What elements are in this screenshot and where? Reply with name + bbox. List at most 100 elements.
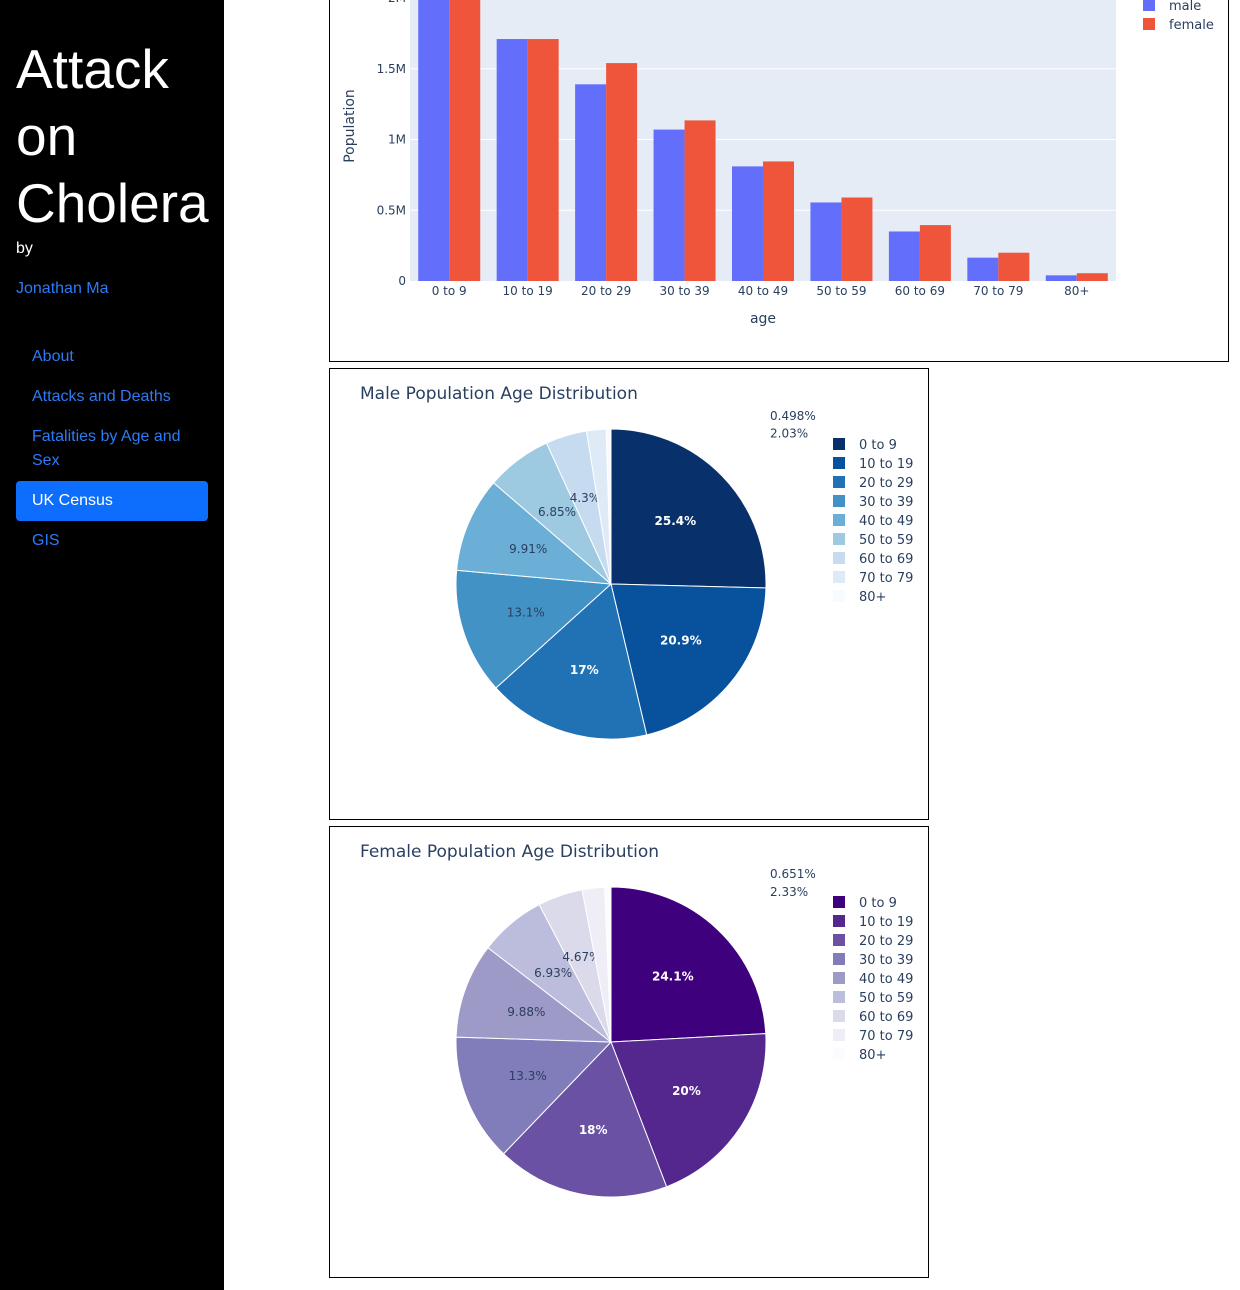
legend-swatch-male[interactable] <box>1143 0 1155 11</box>
pie-label-70-to-79: 2.03% <box>770 427 808 441</box>
x-axis-title: age <box>750 311 776 327</box>
pie-label-40-to-49: 9.91% <box>509 542 547 556</box>
legend-label-30-to-39: 30 to 39 <box>859 953 913 968</box>
author-link[interactable]: Jonathan Ma <box>16 280 109 298</box>
bar-male-20-to-29[interactable] <box>575 84 607 281</box>
nav-item-about[interactable]: About <box>16 337 208 377</box>
pie-label-0-to-9: 25.4% <box>655 514 697 528</box>
x-tick-label: 80+ <box>1064 284 1089 298</box>
legend-label-60-to-69: 60 to 69 <box>859 552 913 567</box>
legend-label-50-to-59: 50 to 59 <box>859 533 913 548</box>
bar-female-20-to-29[interactable] <box>606 63 638 281</box>
male-pie-chart: Male Population Age Distribution 25.4% 20… <box>360 384 913 740</box>
legend-swatch-60-to-69[interactable] <box>833 552 845 564</box>
legend-label-40-to-49: 40 to 49 <box>859 972 913 987</box>
legend-swatch-0-to-9[interactable] <box>833 896 845 908</box>
male-pie-title: Male Population Age Distribution <box>360 384 638 404</box>
pie-label-80: 0.498% <box>770 409 816 423</box>
bar-male-10-to-19[interactable] <box>496 39 528 281</box>
legend-swatch-0-to-9[interactable] <box>833 438 845 450</box>
legend-label-70-to-79: 70 to 79 <box>859 1029 913 1044</box>
legend-swatch-40-to-49[interactable] <box>833 514 845 526</box>
female-pie-title: Female Population Age Distribution <box>360 842 659 862</box>
bar-female-0-to-9[interactable] <box>449 0 481 281</box>
bar-male-50-to-59[interactable] <box>810 202 842 281</box>
nav-item-attacks-and-deaths[interactable]: Attacks and Deaths <box>16 377 208 417</box>
female-pie-chart-panel: Female Population Age Distribution 24.1%… <box>329 826 929 1278</box>
x-tick-label: 70 to 79 <box>973 284 1023 298</box>
bar-female-60-to-69[interactable] <box>919 225 951 281</box>
pie-slice-0-to-9[interactable] <box>610 428 767 589</box>
x-tick-label: 0 to 9 <box>432 284 467 298</box>
legend-label-80: 80+ <box>859 590 886 605</box>
bar-female-50-to-59[interactable] <box>841 197 873 281</box>
bar-female-30-to-39[interactable] <box>684 120 716 281</box>
sidebar-nav: About Attacks and Deaths Fatalities by A… <box>16 337 208 561</box>
bar-female-40-to-49[interactable] <box>763 161 794 281</box>
app-title: Attack on Cholera <box>16 38 209 234</box>
legend-swatch-40-to-49[interactable] <box>833 972 845 984</box>
x-tick-label: 60 to 69 <box>895 284 945 298</box>
pie-label-40-to-49: 9.88% <box>507 1005 545 1019</box>
pie-label-10-to-19: 20% <box>672 1084 701 1098</box>
legend-swatch-80[interactable] <box>833 1048 845 1060</box>
legend-label-30-to-39: 30 to 39 <box>859 495 913 510</box>
legend-label-70-to-79: 70 to 79 <box>859 571 913 586</box>
legend-label-20-to-29: 20 to 29 <box>859 476 913 491</box>
legend-swatch-10-to-19[interactable] <box>833 915 845 927</box>
bar-male-30-to-39[interactable] <box>653 129 685 281</box>
sidebar: Attack on Cholera by Jonathan Ma About A… <box>0 0 224 1290</box>
bar-male-60-to-69[interactable] <box>888 231 920 281</box>
legend-swatch-20-to-29[interactable] <box>833 934 845 946</box>
by-label: by <box>16 240 33 257</box>
legend-label-20-to-29: 20 to 29 <box>859 934 913 949</box>
legend-swatch-50-to-59[interactable] <box>833 533 845 545</box>
legend-label-0-to-9: 0 to 9 <box>859 438 897 453</box>
legend-label-male: male <box>1169 0 1201 14</box>
pie-label-20-to-29: 17% <box>570 663 599 677</box>
pie-label-60-to-69: 4.3% <box>570 491 601 505</box>
legend-swatch-20-to-29[interactable] <box>833 476 845 488</box>
bar-male-70-to-79[interactable] <box>967 257 999 281</box>
legend-label-40-to-49: 40 to 49 <box>859 514 913 529</box>
bar-male-0-to-9[interactable] <box>418 0 450 281</box>
legend-label-60-to-69: 60 to 69 <box>859 1010 913 1025</box>
population-bar-chart: 0 0.5M 1M 1.5M 2M 0 to 9 10 to 19 20 to 29 30 to… <box>342 0 1214 327</box>
x-tick-label: 40 to 49 <box>738 284 788 298</box>
nav-item-gis[interactable]: GIS <box>16 521 208 561</box>
y-tick-label: 2M <box>388 0 406 5</box>
pie-label-20-to-29: 18% <box>579 1123 608 1137</box>
nav-item-uk-census[interactable]: UK Census <box>16 481 208 521</box>
pie-label-10-to-19: 20.9% <box>660 634 702 648</box>
pie-label-70-to-79: 2.33% <box>770 885 808 899</box>
legend-label-0-to-9: 0 to 9 <box>859 896 897 911</box>
pie-label-50-to-59: 6.93% <box>534 966 572 980</box>
legend-swatch-70-to-79[interactable] <box>833 1029 845 1041</box>
legend-swatch-60-to-69[interactable] <box>833 1010 845 1022</box>
x-tick-label: 20 to 29 <box>581 284 631 298</box>
bar-male-40-to-49[interactable] <box>732 166 763 281</box>
bar-female-10-to-19[interactable] <box>527 39 559 281</box>
legend-swatch-female[interactable] <box>1143 18 1155 30</box>
legend-swatch-50-to-59[interactable] <box>833 991 845 1003</box>
bar-female-80[interactable] <box>1076 273 1108 281</box>
pie-label-0-to-9: 24.1% <box>652 970 694 984</box>
legend-swatch-30-to-39[interactable] <box>833 495 845 507</box>
legend-swatch-30-to-39[interactable] <box>833 953 845 965</box>
legend-swatch-70-to-79[interactable] <box>833 571 845 583</box>
y-tick-label: 1.5M <box>377 62 406 76</box>
legend-label-80: 80+ <box>859 1048 886 1063</box>
nav-item-fatalities-by-age-and-sex[interactable]: Fatalities by Age and Sex <box>16 417 208 481</box>
male-pie-chart-panel: Male Population Age Distribution 25.4% 20… <box>329 368 929 820</box>
legend-swatch-10-to-19[interactable] <box>833 457 845 469</box>
legend-label-female: female <box>1169 18 1214 33</box>
female-pie-chart: Female Population Age Distribution 24.1%… <box>360 842 913 1198</box>
x-tick-label: 30 to 39 <box>659 284 709 298</box>
y-axis-title: Population <box>342 89 358 163</box>
pie-label-30-to-39: 13.1% <box>507 606 545 620</box>
legend-swatch-80[interactable] <box>833 590 845 602</box>
bar-female-70-to-79[interactable] <box>998 252 1030 281</box>
bar-male-80[interactable] <box>1045 275 1077 281</box>
legend-label-50-to-59: 50 to 59 <box>859 991 913 1006</box>
pie-slice-0-to-9[interactable] <box>610 886 767 1043</box>
